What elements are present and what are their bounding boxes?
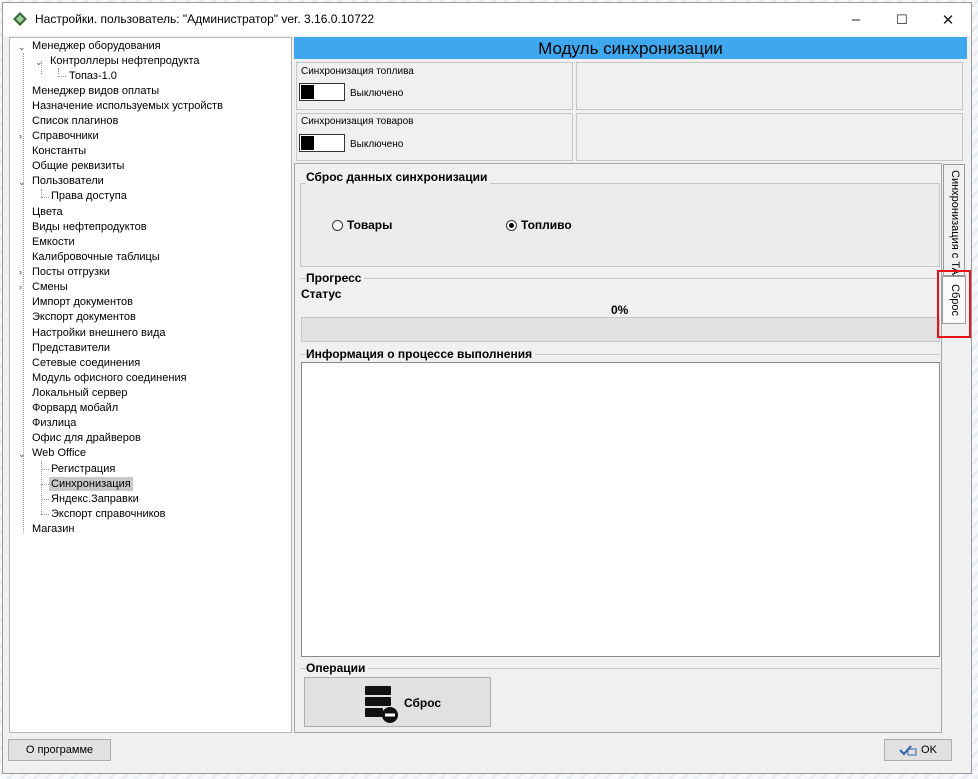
tree-item-shop[interactable]: Магазин [30,522,76,536]
tree-item-references[interactable]: Справочники [30,129,101,143]
tree-item-plugins[interactable]: Список плагинов [30,114,120,128]
expand-chevron-icon[interactable]: ⌄ [18,175,26,189]
radio-fuel-label[interactable]: Топливо [521,218,572,232]
reset-group-box [300,183,940,267]
tree-line [41,484,49,485]
expand-chevron-icon[interactable]: ⌄ [18,40,26,54]
tree-item-individuals[interactable]: Физлица [30,416,78,430]
tree-item-device-assignment[interactable]: Назначение используемых устройств [30,99,225,113]
tree-line [23,53,24,533]
fuel-sync-label: Синхронизация топлива [301,66,414,77]
fuel-sync-state: Выключено [350,88,404,99]
goods-sync-label: Синхронизация товаров [301,116,414,127]
progress-group-title: Прогресс [306,271,365,285]
tree-item-web-office[interactable]: Web Office [30,446,88,460]
radio-goods-label[interactable]: Товары [347,218,392,232]
radio-goods[interactable] [332,220,343,231]
tree-item-office-module[interactable]: Модуль офисного соединения [30,371,189,385]
tree-item-import[interactable]: Импорт документов [30,295,135,309]
maximize-button[interactable]: ☐ [879,3,925,36]
operations-group-title: Операции [306,661,369,675]
tree-item-payment-manager[interactable]: Менеджер видов оплаты [30,84,161,98]
tree-item-sync[interactable]: Синхронизация [49,477,133,491]
goods-sync-state: Выключено [350,139,404,150]
tree-item-yandex[interactable]: Яндекс.Заправки [49,492,141,506]
toggle-knob [301,85,314,99]
tree-line [58,76,66,77]
settings-window: Настройки. пользователь: "Администратор"… [2,2,972,774]
tree-item-network[interactable]: Сетевые соединения [30,356,142,370]
tree-item-registration[interactable]: Регистрация [49,462,117,476]
tree-item-appearance[interactable]: Настройки внешнего вида [30,326,168,340]
about-button[interactable]: О программе [8,739,111,761]
tree-item-dispatch-posts[interactable]: Посты отгрузки [30,265,112,279]
module-header: Модуль синхронизации [294,37,967,59]
fuel-sync-empty-box [576,62,963,110]
about-button-label: О программе [25,744,94,756]
progress-separator [300,278,940,279]
radio-fuel[interactable] [506,220,517,231]
tree-item-constants[interactable]: Константы [30,144,88,158]
progress-bar [301,317,940,342]
tree-line [41,197,49,198]
toggle-knob [301,136,314,150]
tree-item-representatives[interactable]: Представители [30,341,112,355]
goods-sync-empty-box [576,113,963,161]
tree-item-export[interactable]: Экспорт документов [30,310,138,324]
ok-button-label: OK [921,744,937,756]
close-button[interactable]: ✕ [925,3,971,36]
progress-percent: 0% [611,303,629,317]
tree-line [41,514,49,515]
tree-item-equipment-manager[interactable]: Менеджер оборудования [30,39,163,53]
info-log-area[interactable] [301,362,940,657]
tree-item-common-props[interactable]: Общие реквизиты [30,159,126,173]
collapsed-chevron-icon[interactable]: › [19,265,22,279]
tree-item-calibration[interactable]: Калибровочные таблицы [30,250,162,264]
tree-item-drivers-office[interactable]: Офис для драйверов [30,431,143,445]
ok-button[interactable]: OK [884,739,952,761]
tab-sync-tazs[interactable]: Синхронизация с ТАЗС [943,164,965,289]
title-bar[interactable]: Настройки. пользователь: "Администратор"… [3,3,971,36]
minimize-button[interactable]: – [833,3,879,36]
tree-item-shifts[interactable]: Смены [30,280,70,294]
reset-button[interactable]: Сброс [304,677,491,727]
app-diamond-icon [13,12,27,26]
expand-chevron-icon[interactable]: ⌄ [35,55,43,69]
goods-sync-toggle[interactable] [299,134,345,152]
collapsed-chevron-icon[interactable]: › [19,129,22,143]
tree-item-colors[interactable]: Цвета [30,205,65,219]
tree-item-topaz[interactable]: Топаз-1.0 [67,69,119,83]
tree-item-export-refs[interactable]: Экспорт справочников [49,507,168,521]
reset-button-label: Сброс [404,696,442,710]
tree-line [41,499,49,500]
tree-item-users[interactable]: Пользователи [30,174,106,188]
collapsed-chevron-icon[interactable]: › [19,280,22,294]
tree-item-tanks[interactable]: Емкости [30,235,77,249]
status-label: Статус [301,287,342,301]
reset-group-title: Сброс данных синхронизации [306,170,491,184]
tree-item-forward-mobile[interactable]: Форвард мобайл [30,401,120,415]
tree-item-controllers[interactable]: Контроллеры нефтепродукта [48,54,202,68]
tree-line [41,469,49,470]
database-remove-icon [365,686,398,723]
highlight-box [937,270,971,338]
tree-line [58,68,59,74]
tree-item-access-rights[interactable]: Права доступа [49,189,129,203]
operations-separator [300,668,940,669]
settings-tree[interactable]: ⌄ Менеджер оборудования ⌄ Контроллеры не… [9,37,292,733]
expand-chevron-icon[interactable]: ⌄ [18,447,26,461]
window-title: Настройки. пользователь: "Администратор"… [35,12,375,26]
sync-module-panel: Модуль синхронизации Синхронизация топли… [294,37,971,733]
tree-line [41,189,42,197]
ok-check-icon [899,745,917,756]
tree-item-fuel-types[interactable]: Виды нефтепродуктов [30,220,149,234]
tree-item-local-server[interactable]: Локальный сервер [30,386,130,400]
fuel-sync-toggle[interactable] [299,83,345,101]
info-group-title: Информация о процессе выполнения [306,347,536,361]
